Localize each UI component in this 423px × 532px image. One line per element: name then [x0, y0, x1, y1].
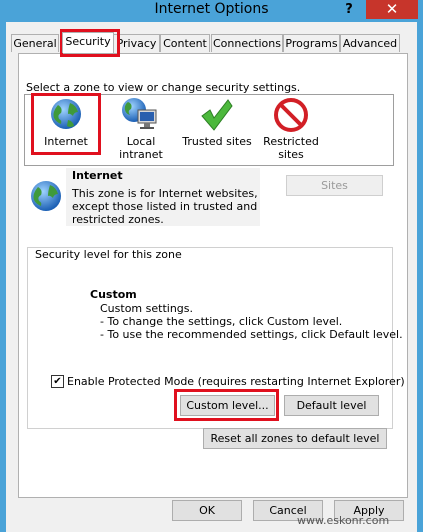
protected-mode-label: Enable Protected Mode (requires restarti… — [67, 375, 405, 388]
zone-restricted-sites-label-2: sites — [278, 148, 304, 161]
selected-zone-desc-2: except those listed in trusted and — [72, 200, 258, 213]
tab-general[interactable]: General — [11, 34, 59, 52]
tab-content[interactable]: Content — [160, 34, 210, 52]
tab-security[interactable]: Security — [62, 32, 114, 53]
security-level-line-2: - To change the settings, click Custom l… — [100, 315, 343, 328]
zone-local-intranet[interactable] — [120, 96, 160, 132]
checkmark-icon — [201, 99, 233, 131]
restricted-icon — [274, 98, 308, 132]
security-level-line-1: Custom settings. — [100, 302, 194, 315]
default-level-button[interactable]: Default level — [284, 395, 379, 416]
zone-local-intranet-label: Local intranet — [119, 135, 163, 161]
tab-programs[interactable]: Programs — [283, 34, 340, 52]
security-level-title: Custom — [90, 288, 137, 301]
close-button[interactable]: ✕ — [366, 0, 418, 19]
local-intranet-icon — [122, 98, 157, 129]
tab-advanced[interactable]: Advanced — [340, 34, 400, 52]
help-button[interactable]: ? — [336, 0, 362, 19]
reset-all-zones-button[interactable]: Reset all zones to default level — [203, 428, 387, 449]
selected-zone-desc-1: This zone is for Internet websites, — [72, 187, 258, 200]
zone-restricted-sites-label-1: Restricted — [263, 135, 319, 148]
zone-prompt: Select a zone to view or change security… — [26, 81, 301, 94]
custom-level-button[interactable]: Custom level... — [180, 395, 275, 416]
zone-trusted-sites-label: Trusted sites — [182, 135, 252, 148]
watermark: www.eskonr.com — [297, 514, 390, 527]
security-level-group-title: Security level for this zone — [33, 248, 184, 261]
ok-button[interactable]: OK — [172, 500, 242, 521]
tab-connections[interactable]: Connections — [211, 34, 283, 52]
sites-button[interactable]: Sites — [286, 175, 383, 196]
selected-zone-desc-3: restricted zones. — [72, 213, 164, 226]
protected-mode-checkbox[interactable]: ✔ — [51, 375, 64, 388]
zone-restricted-sites[interactable] — [274, 98, 308, 132]
tab-privacy[interactable]: Privacy — [113, 34, 160, 52]
selected-zone-globe-icon — [30, 180, 62, 212]
security-level-line-3: - To use the recommended settings, click… — [100, 328, 403, 341]
zone-internet-label: Internet — [44, 135, 88, 148]
selected-zone-title: Internet — [72, 169, 123, 182]
zone-trusted-sites[interactable] — [198, 98, 234, 132]
